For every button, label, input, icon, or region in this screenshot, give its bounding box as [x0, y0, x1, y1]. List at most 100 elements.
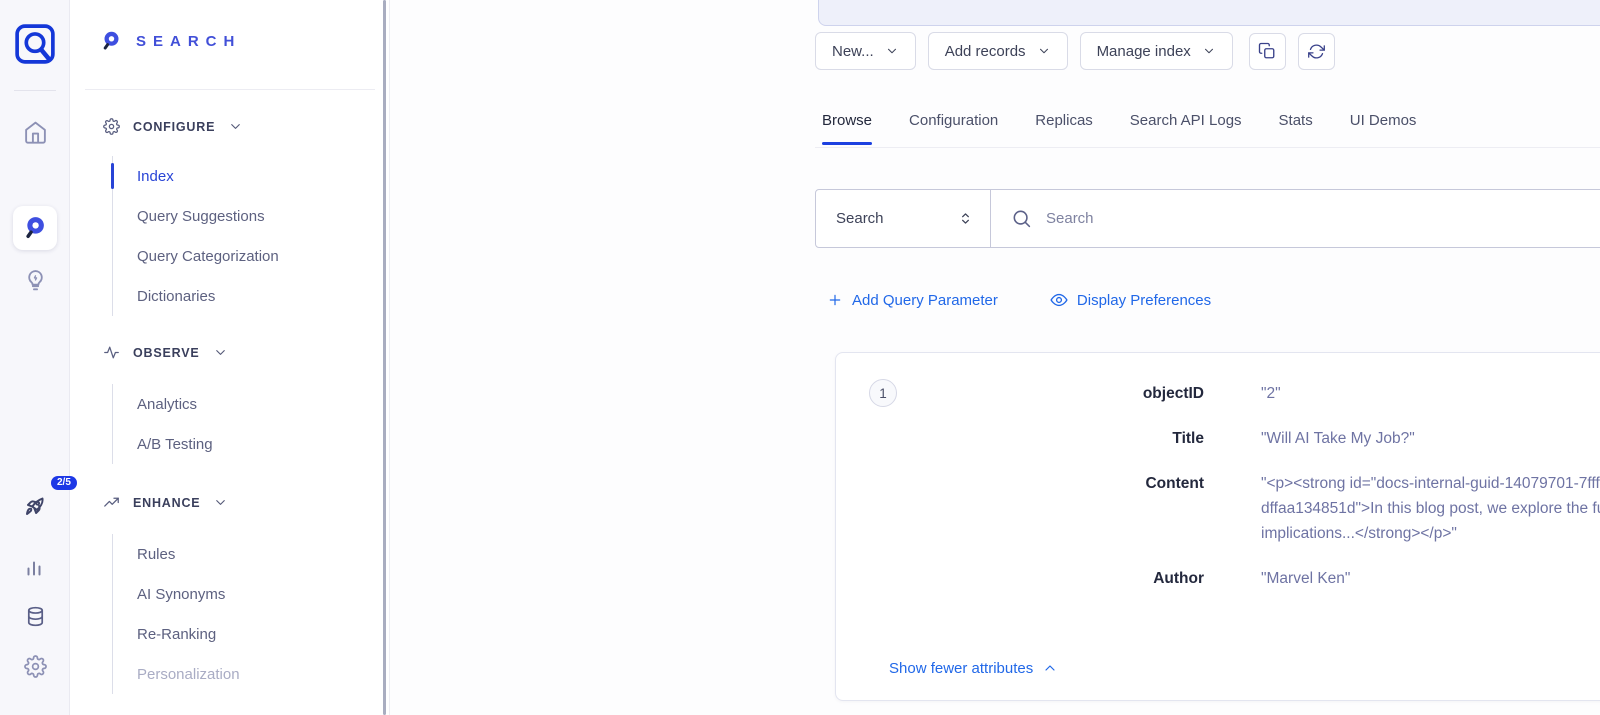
tabs-divider [815, 147, 1600, 148]
plus-icon [827, 292, 843, 308]
observe-items: Analytics A/B Testing [112, 384, 213, 464]
algolia-dashboard: 2/5 SEARCH CONFIGURE Index Query Suggest… [0, 0, 1600, 715]
refresh-icon [1308, 43, 1325, 60]
sidebar-item-query-suggestions[interactable]: Query Suggestions [113, 196, 279, 236]
main-content: New... Add records Manage index Browse C… [390, 0, 1600, 715]
attribute-value: "Marvel Ken" [1261, 566, 1600, 591]
rail-item-recommend[interactable] [13, 258, 57, 302]
chevron-up-icon [1042, 660, 1058, 676]
search-scope-select[interactable]: Search [816, 190, 991, 247]
manage-index-button[interactable]: Manage index [1080, 32, 1233, 70]
sidebar-item-index[interactable]: Index [113, 156, 279, 196]
rail-item-home[interactable] [13, 110, 57, 154]
attribute-name: Author [836, 566, 1204, 591]
search-query-area: 1 hit matched in 1 ms [991, 190, 1600, 247]
search-input[interactable] [1046, 210, 1600, 227]
sidebar-item-query-categorization[interactable]: Query Categorization [113, 236, 279, 276]
refresh-button[interactable] [1298, 33, 1335, 70]
query-parameter-links: Add Query Parameter Display Preferences [827, 286, 1211, 314]
sidebar-scrollbar[interactable] [383, 0, 386, 715]
tab-replicas[interactable]: Replicas [1035, 112, 1093, 145]
bar-chart-icon [23, 556, 47, 580]
icon-rail: 2/5 [0, 0, 70, 715]
index-tabs: Browse Configuration Replicas Search API… [822, 112, 1416, 145]
tab-stats[interactable]: Stats [1279, 112, 1313, 145]
trending-up-icon [103, 494, 120, 511]
product-header: SEARCH [100, 30, 241, 52]
sidebar-item-ai-synonyms[interactable]: AI Synonyms [113, 574, 240, 614]
attribute-value: "<p><strong id="docs-internal-guid-14079… [1261, 471, 1600, 546]
rail-item-data[interactable] [13, 594, 57, 638]
database-icon [24, 605, 47, 628]
record-footer: Show fewer attributes [889, 646, 1600, 690]
record-card: 1 objectID "2" Title "Will AI Take My Jo… [835, 352, 1600, 701]
attribute-value: "2" [1261, 381, 1600, 406]
attribute-row-objectid: objectID "2" [836, 381, 1600, 406]
rocket-icon [22, 493, 48, 519]
sidebar-divider [85, 89, 375, 90]
search-icon [1011, 208, 1032, 229]
lightbulb-icon [23, 268, 48, 293]
sidebar-item-ab-testing[interactable]: A/B Testing [113, 424, 213, 464]
search-pin-icon [22, 215, 48, 241]
add-records-button[interactable]: Add records [928, 32, 1068, 70]
tab-ui-demos[interactable]: UI Demos [1350, 112, 1417, 145]
search-bar: Search 1 hit matched in 1 ms [815, 189, 1600, 248]
home-icon [23, 120, 48, 145]
chevron-down-icon [213, 495, 228, 510]
usage-badge: 2/5 [51, 476, 77, 490]
chevron-down-icon [1037, 44, 1051, 58]
gear-icon [103, 118, 120, 135]
attribute-row-author: Author "Marvel Ken" [836, 566, 1600, 591]
show-fewer-attributes-link[interactable]: Show fewer attributes [889, 660, 1058, 677]
attribute-row-content: Content "<p><strong id="docs-internal-gu… [836, 471, 1600, 546]
sidebar-item-rules[interactable]: Rules [113, 534, 240, 574]
attribute-name: objectID [836, 381, 1204, 406]
attribute-name: Content [836, 471, 1204, 546]
eye-icon [1050, 291, 1068, 309]
sort-chevrons-icon [957, 210, 974, 227]
section-observe[interactable]: OBSERVE [103, 344, 228, 361]
chevron-down-icon [1202, 44, 1216, 58]
sidebar-item-dictionaries[interactable]: Dictionaries [113, 276, 279, 316]
rail-divider [14, 90, 56, 91]
tab-search-api-logs[interactable]: Search API Logs [1130, 112, 1242, 145]
tab-configuration[interactable]: Configuration [909, 112, 998, 145]
section-label: OBSERVE [133, 346, 200, 360]
display-preferences-link[interactable]: Display Preferences [1050, 291, 1211, 309]
tab-browse[interactable]: Browse [822, 112, 872, 145]
search-scope-value: Search [836, 210, 957, 227]
add-query-parameter-link[interactable]: Add Query Parameter [827, 292, 998, 309]
copy-index-button[interactable] [1249, 33, 1286, 70]
enhance-items: Rules AI Synonyms Re-Ranking Personaliza… [112, 534, 240, 694]
activity-icon [103, 344, 120, 361]
record-attributes: objectID "2" Title "Will AI Take My Job?… [836, 381, 1600, 611]
index-toolbar: New... Add records Manage index [815, 32, 1335, 70]
copy-icon [1258, 42, 1276, 60]
sidebar-item-analytics[interactable]: Analytics [113, 384, 213, 424]
sidebar: SEARCH CONFIGURE Index Query Suggestions… [70, 0, 390, 715]
rail-item-search[interactable] [13, 206, 57, 250]
attribute-row-title: Title "Will AI Take My Job?" [836, 426, 1600, 451]
search-pin-icon [100, 30, 122, 52]
section-configure[interactable]: CONFIGURE [103, 118, 243, 135]
rail-item-getting-started[interactable]: 2/5 [13, 484, 57, 528]
sidebar-item-re-ranking[interactable]: Re-Ranking [113, 614, 240, 654]
gear-icon [24, 655, 47, 678]
new-button[interactable]: New... [815, 32, 916, 70]
attribute-name: Title [836, 426, 1204, 451]
rail-item-analytics[interactable] [13, 546, 57, 590]
chevron-down-icon [228, 119, 243, 134]
configure-items: Index Query Suggestions Query Categoriza… [112, 156, 279, 316]
rail-item-settings[interactable] [13, 644, 57, 688]
chevron-down-icon [213, 345, 228, 360]
chevron-down-icon [885, 44, 899, 58]
attribute-value: "Will AI Take My Job?" [1261, 426, 1600, 451]
section-label: CONFIGURE [133, 120, 215, 134]
algolia-logo-icon[interactable] [13, 22, 57, 66]
sidebar-item-personalization[interactable]: Personalization [113, 654, 240, 694]
section-label: ENHANCE [133, 496, 200, 510]
section-enhance[interactable]: ENHANCE [103, 494, 228, 511]
product-title: SEARCH [136, 33, 241, 50]
index-selector-bar[interactable] [818, 0, 1600, 26]
